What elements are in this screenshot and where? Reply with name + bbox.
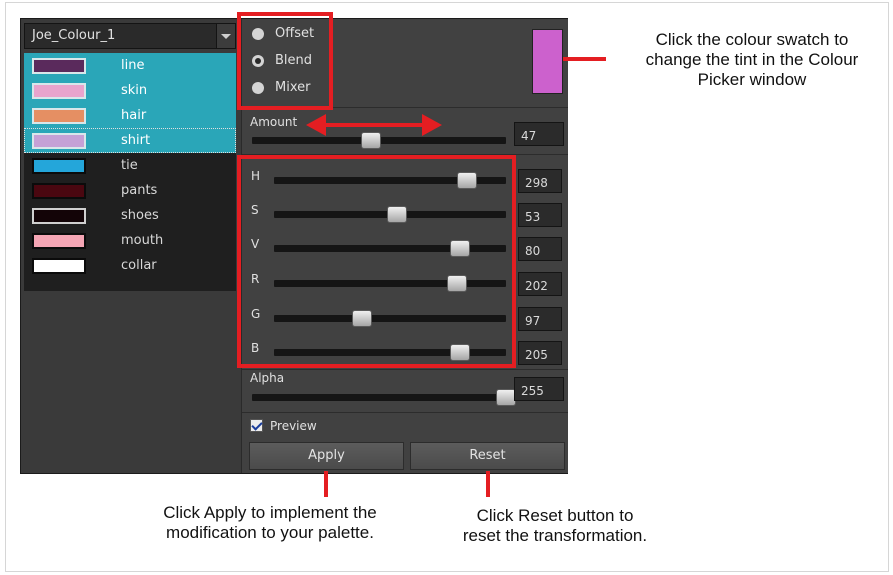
arrow-right-icon	[422, 114, 442, 136]
red-value-field[interactable]: 202	[518, 272, 562, 296]
colour-swatch	[32, 158, 86, 174]
green-value-field[interactable]: 97	[518, 307, 562, 331]
mode-options-highlight	[237, 12, 333, 110]
amount-value-field[interactable]: 47	[514, 122, 564, 146]
apply-annotation: Click Apply to implement the modificatio…	[125, 503, 415, 543]
reset-callout-line	[486, 471, 490, 497]
arrow-left-icon	[306, 114, 326, 136]
colour-item-pants[interactable]: pants	[24, 178, 236, 203]
swatch-callout-line	[563, 57, 606, 61]
amount-arrow-shaft	[322, 123, 426, 127]
colour-item-mouth[interactable]: mouth	[24, 228, 236, 253]
colour-swatch	[32, 108, 86, 124]
colour-swatch	[32, 258, 86, 274]
colour-name: shoes	[121, 208, 159, 223]
blue-value-field[interactable]: 205	[518, 341, 562, 365]
colour-swatch	[32, 233, 86, 249]
colour-swatch	[32, 83, 86, 99]
alpha-slider-handle[interactable]	[496, 389, 516, 406]
divider	[242, 369, 568, 370]
colour-name: pants	[121, 183, 158, 198]
annotation-line: modification to your palette.	[166, 523, 374, 542]
swatch-annotation: Click the colour swatch to change the ti…	[612, 30, 892, 90]
alpha-value-field[interactable]: 255	[514, 377, 564, 401]
apply-button[interactable]: Apply	[249, 442, 404, 470]
colour-swatch	[32, 58, 86, 74]
apply-callout-line	[324, 471, 328, 497]
value-value-field[interactable]: 80	[518, 237, 562, 261]
colour-item-collar[interactable]: collar	[24, 253, 236, 278]
colour-item-hair[interactable]: hair	[24, 103, 236, 128]
hsv-rgb-sliders-highlight	[237, 155, 516, 368]
colour-name: line	[121, 58, 145, 73]
colour-item-shirt[interactable]: shirt	[24, 128, 236, 153]
colour-item-line[interactable]: line	[24, 53, 236, 78]
alpha-slider-track[interactable]	[252, 394, 506, 401]
hue-value-field[interactable]: 298	[518, 169, 562, 193]
reset-button[interactable]: Reset	[410, 442, 565, 470]
colour-name: skin	[121, 83, 148, 98]
colour-name: collar	[121, 258, 157, 273]
annotation-line: reset the transformation.	[462, 526, 648, 545]
reset-annotation: Click Reset button to reset the transfor…	[430, 506, 680, 546]
preview-label: Preview	[270, 419, 317, 433]
colour-name: shirt	[121, 133, 151, 148]
annotation-line: Click Reset button to	[476, 506, 634, 525]
saturation-value-field[interactable]: 53	[518, 203, 562, 227]
palette-name: Joe_Colour_1	[32, 28, 116, 43]
palette-dropdown[interactable]: Joe_Colour_1	[24, 23, 236, 49]
colour-swatch	[32, 133, 86, 149]
annotation-line: Click Apply to implement the	[163, 503, 377, 522]
colour-list: line skin hair shirt tie pants shoes mou…	[24, 53, 236, 291]
divider	[242, 412, 568, 413]
colour-item-tie[interactable]: tie	[24, 153, 236, 178]
chevron-down-icon[interactable]	[216, 24, 235, 48]
annotation-line: Click the colour swatch to	[655, 30, 849, 49]
annotation-line: change the tint in the Colour	[645, 50, 859, 69]
annotation-line: Picker window	[697, 70, 807, 89]
colour-name: hair	[121, 108, 147, 123]
colour-swatch	[32, 183, 86, 199]
colour-item-skin[interactable]: skin	[24, 78, 236, 103]
tint-colour-swatch[interactable]	[532, 29, 563, 94]
colour-item-shoes[interactable]: shoes	[24, 203, 236, 228]
amount-slider-handle[interactable]	[361, 132, 382, 149]
colour-name: mouth	[121, 233, 164, 248]
colour-swatch	[32, 208, 86, 224]
preview-checkbox[interactable]	[250, 419, 263, 432]
alpha-label: Alpha	[250, 371, 285, 385]
amount-label: Amount	[250, 115, 298, 129]
colour-name: tie	[121, 158, 138, 173]
